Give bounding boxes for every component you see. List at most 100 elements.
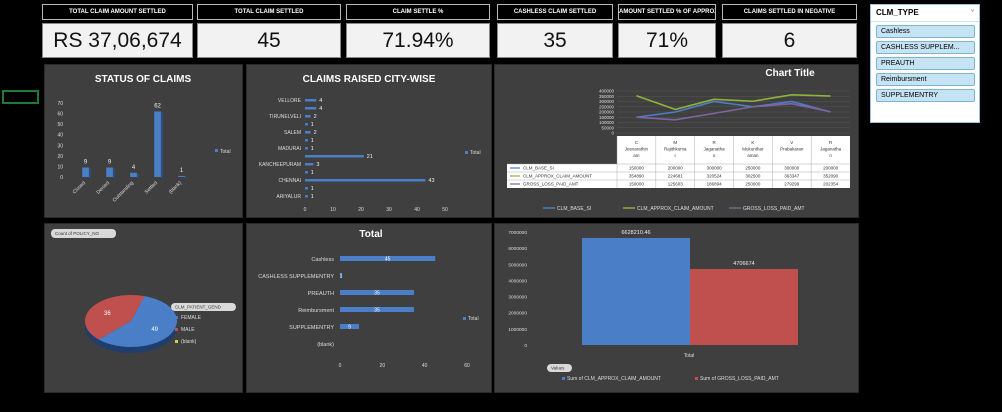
bar[interactable] — [106, 167, 113, 177]
legend-label: CLM_BASE_SI — [557, 206, 591, 212]
data-label: 4706674 — [733, 261, 754, 267]
bar-side — [160, 112, 163, 178]
slicer-item[interactable]: PREAUTH — [876, 57, 975, 70]
status-of-claims-panel[interactable]: STATUS OF CLAIMS 0 10 20 30 40 50 60 70 9 Closed 9 D… — [44, 64, 243, 218]
bar[interactable] — [130, 172, 137, 177]
y-tick-label: 300000 — [599, 99, 615, 104]
bar[interactable] — [305, 123, 308, 126]
data-label: 1 — [311, 122, 314, 128]
bar[interactable] — [305, 195, 308, 198]
x-tick-label: 20 — [358, 207, 364, 213]
line-chart-panel[interactable]: Chart Title 0 50000 100000 150000 200000 25000… — [494, 64, 859, 218]
x-tick-label: 30 — [386, 207, 392, 213]
category-label: SALEM — [284, 130, 301, 136]
amount-compare-panel[interactable]: 0 1000000 2000000 3000000 4000000 5000000 6000… — [494, 223, 859, 393]
bar[interactable] — [305, 131, 311, 134]
kpi-card: TOTAL CLAIM AMOUNT SETTLED RS 37,06,674 — [42, 4, 193, 58]
y-tick-label: 0 — [60, 175, 63, 181]
category-label: Cashless — [311, 257, 334, 263]
values-pill[interactable]: Values — [547, 364, 572, 372]
category-label: ARIYALUR — [276, 194, 301, 200]
y-tick-label: 50000 — [601, 125, 614, 130]
claim-type-panel[interactable]: Total Cashless 45 CASHLESS SUPPLEMENTRY 1 PRE… — [246, 223, 492, 393]
table-cell: 363347 — [784, 174, 800, 179]
y-tick-label: 20 — [57, 154, 63, 160]
table-cell: 202354 — [823, 182, 839, 187]
gender-pie-chart: Count of POLICY_NO 49 36 CLM_PATIENT_GEND FE… — [51, 229, 236, 353]
x-tick-label: 0 — [304, 207, 307, 213]
bar[interactable] — [178, 175, 185, 177]
category-label: Total — [684, 353, 695, 359]
category-label: CHENNAI — [278, 178, 301, 184]
category-label: Closed — [72, 180, 87, 195]
kpi-label: CASHLESS CLAIM SETTLED — [497, 4, 613, 20]
bar[interactable] — [305, 147, 308, 150]
bar[interactable] — [305, 187, 308, 190]
legend-swatch — [175, 316, 178, 319]
table-cell: 186894 — [707, 182, 723, 187]
table-cell: 224681 — [668, 174, 684, 179]
bar[interactable] — [305, 139, 308, 142]
bar[interactable] — [305, 155, 364, 158]
bar[interactable] — [82, 167, 89, 177]
bar[interactable] — [154, 111, 161, 177]
table-cell: 279299 — [784, 182, 800, 187]
bar[interactable] — [305, 115, 311, 118]
gender-pie-panel[interactable]: Count of POLICY_NO 49 36 CLM_PATIENT_GEND FE… — [44, 223, 243, 393]
table-header-label: Jaganatha — [820, 147, 842, 152]
city-wise-panel[interactable]: CLAIMS RAISED CITY-WISE VELLORE 4 4 TIRUNELV… — [246, 64, 492, 218]
kpi-label: CLAIMS SETTLED IN NEGATIVE — [722, 4, 857, 20]
bar[interactable] — [305, 163, 314, 166]
category-label: KANCHEEPURAM — [259, 162, 301, 168]
bar[interactable] — [305, 99, 317, 102]
legend-label: CLM_APPROX_CLAIM_AMOUNT — [637, 206, 714, 212]
category-label: PREAUTH — [308, 291, 334, 297]
chart-title: Chart Title — [765, 68, 815, 79]
kpi-card: TOTAL CLAIM SETTLED 45 — [197, 4, 341, 58]
table-row-label: CLM_APPROX_CLAIM_AMOUNT — [523, 174, 592, 179]
bar[interactable] — [582, 238, 690, 345]
y-tick-label: 30 — [57, 143, 63, 149]
data-label: 2 — [314, 114, 317, 120]
bar[interactable] — [305, 107, 317, 110]
category-label: Settled — [144, 180, 159, 195]
data-label: 4 — [319, 106, 322, 112]
clm-type-slicer[interactable]: CLM_TYPE ᵛ Cashless CASHLESS SUPPLEM... PR… — [870, 4, 980, 123]
legend-label: GROSS_LOSS_PAID_AMT — [743, 206, 805, 212]
table-cell: 200000 — [668, 166, 684, 171]
bar-side — [88, 168, 91, 178]
y-tick-label: 4000000 — [508, 278, 527, 284]
bar[interactable] — [690, 269, 798, 345]
y-tick-label: 0 — [611, 131, 614, 136]
table-header-label: V — [790, 140, 793, 145]
table-header-label: Prabakaran — [780, 147, 804, 152]
data-label: 21 — [367, 154, 373, 160]
filter-clear-icon[interactable]: ᵛ — [971, 7, 974, 16]
legend-label: Sum of CLM_APPROX_CLAIM_AMOUNT — [567, 376, 661, 382]
legend-swatch — [215, 149, 218, 152]
bar[interactable] — [305, 171, 308, 174]
y-tick-label: 6000000 — [508, 246, 527, 252]
line-chart: Chart Title05000010000015000020000025000… — [507, 68, 850, 212]
table-header-label: K — [751, 140, 754, 145]
legend-label: (blank) — [181, 339, 197, 345]
slicer-item[interactable]: CASHLESS SUPPLEM... — [876, 41, 975, 54]
data-label: 4 — [132, 165, 136, 171]
legend-title-pill[interactable]: CLM_PATIENT_GEND — [171, 303, 236, 311]
series-line[interactable] — [636, 94, 831, 111]
slicer-item[interactable]: SUPPLEMENTRY — [876, 89, 975, 102]
legend-label: Sum of GROSS_LOSS_PAID_AMT — [700, 376, 779, 382]
slicer-item[interactable]: Reimbursment — [876, 73, 975, 86]
kpi-card: CASHLESS CLAIM SETTLED 35 — [497, 4, 613, 58]
pill[interactable]: Count of POLICY_NO — [51, 229, 116, 238]
legend-swatch — [562, 377, 565, 380]
data-label: 62 — [154, 103, 161, 109]
category-label: CASHLESS SUPPLEMENTRY — [258, 274, 334, 280]
slicer-item[interactable]: Cashless — [876, 25, 975, 38]
slice-label: 49 — [151, 327, 158, 333]
data-label: 2 — [314, 130, 317, 136]
bar[interactable] — [305, 179, 426, 182]
legend-label: MALE — [181, 327, 195, 333]
selected-cell[interactable] — [2, 90, 39, 104]
data-label: 35 — [374, 308, 380, 314]
